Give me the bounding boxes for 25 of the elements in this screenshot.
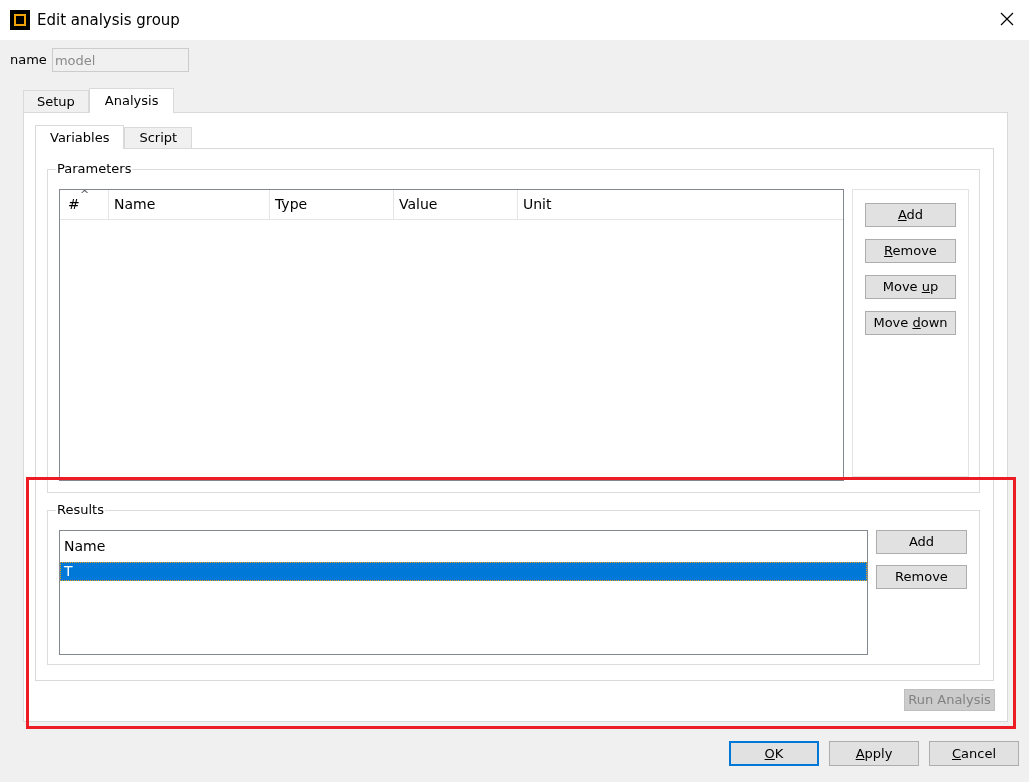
tab[interactable]: Variables [35,125,125,149]
column-header[interactable]: # ^ [60,190,109,219]
list-row[interactable]: T [60,562,867,581]
button[interactable]: Move down [865,311,956,335]
column-header[interactable]: Name [60,531,867,562]
tab[interactable]: Script [124,127,193,148]
name-label: name [10,51,47,70]
close-icon[interactable] [999,11,1015,27]
tab[interactable]: Analysis [88,88,175,113]
button[interactable]: Cancel [929,741,1019,766]
button[interactable]: Move up [865,275,956,299]
button[interactable]: Remove [865,239,956,263]
sort-indicator: ^ [80,187,90,203]
button[interactable]: Remove [876,565,967,589]
button[interactable]: Apply [829,741,919,766]
window-title: Edit analysis group [37,9,180,31]
button[interactable]: Add [876,530,967,554]
column-header[interactable]: Unit [518,190,843,219]
column-header[interactable]: Name [109,190,270,219]
tab[interactable]: Setup [23,90,89,112]
column-header[interactable]: Value [394,190,518,219]
button[interactable]: OK [729,741,819,766]
column-header[interactable]: Type [270,190,394,219]
app-icon [10,10,30,30]
button[interactable]: Add [865,203,956,227]
